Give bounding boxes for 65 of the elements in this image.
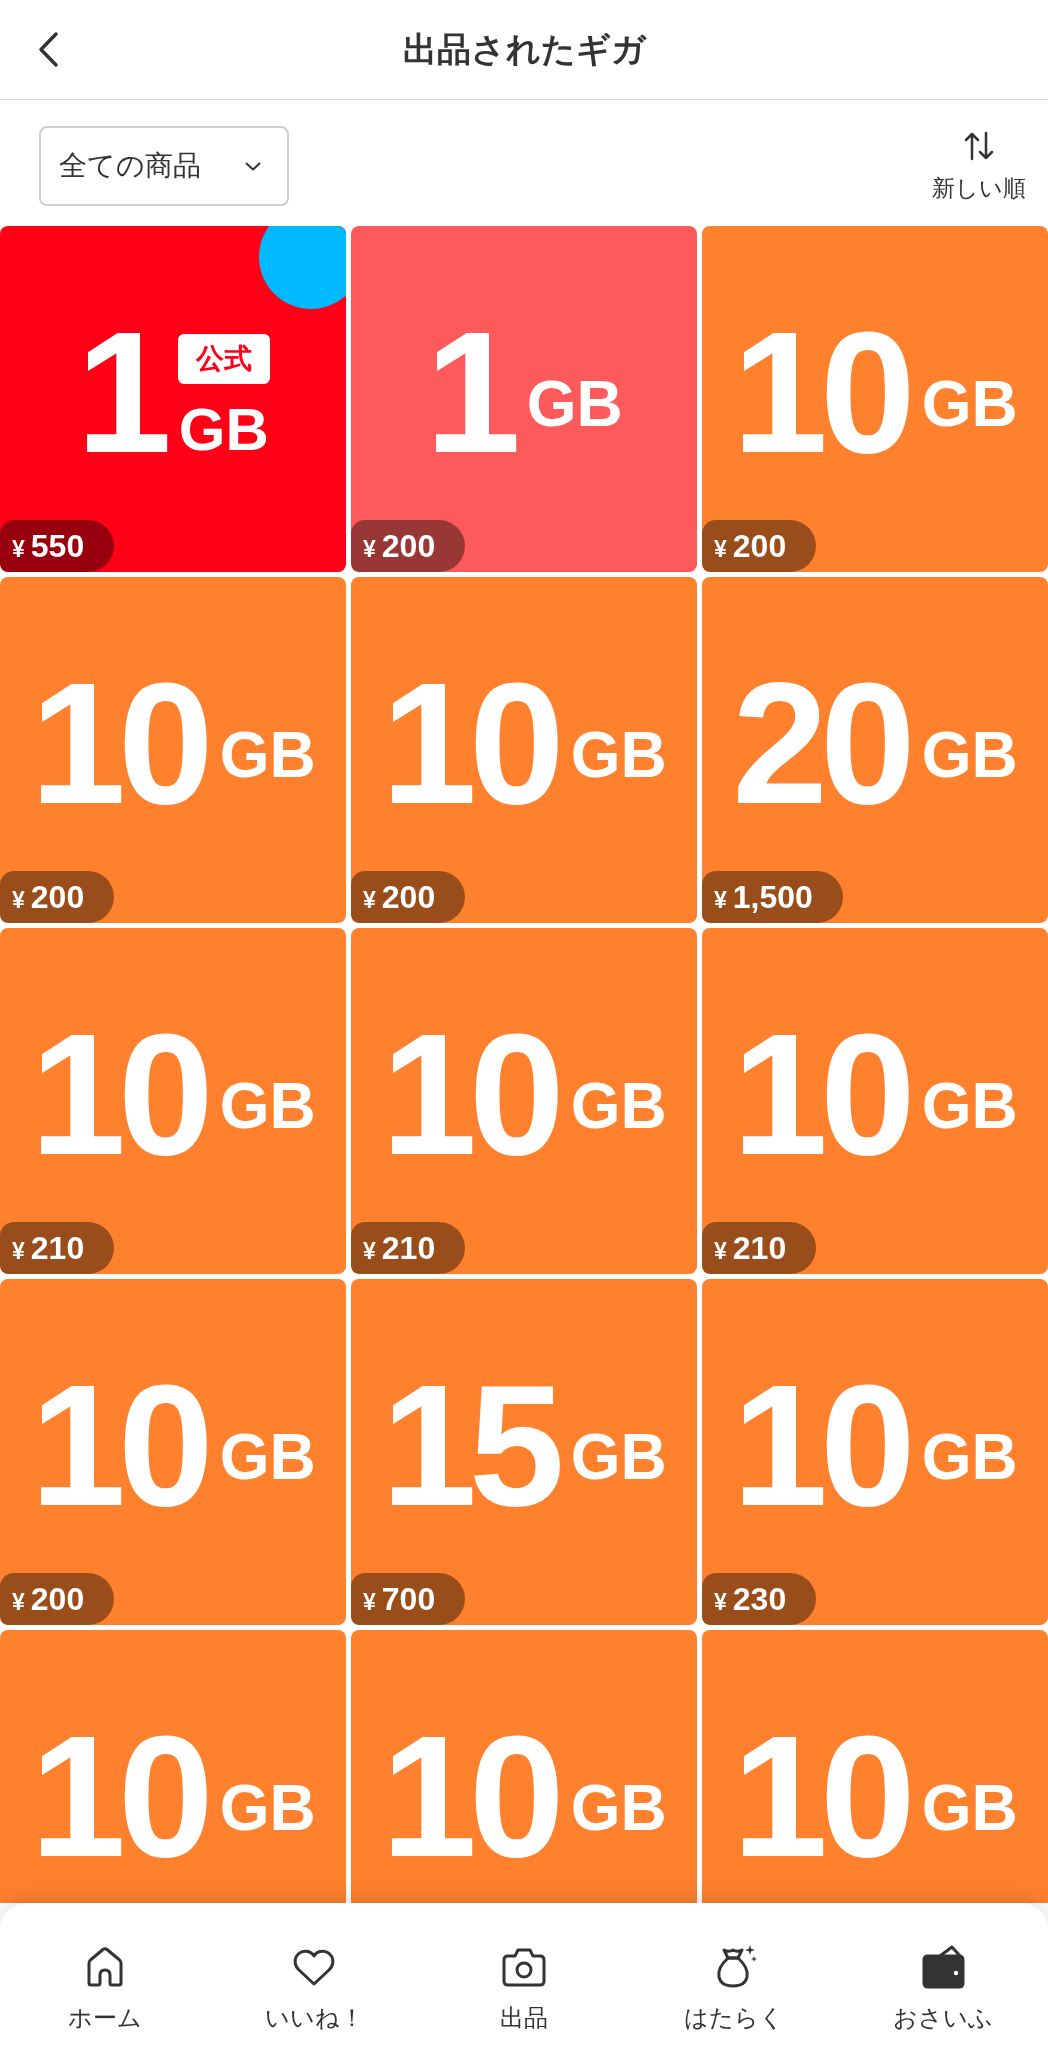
data-unit: GB — [570, 1074, 667, 1138]
nav-tab[interactable]: ホーム — [0, 1903, 210, 2048]
price-tag: ¥200 — [351, 871, 466, 923]
price-tag: ¥700 — [351, 1573, 466, 1625]
nav-tab[interactable]: いいね！ — [209, 1903, 420, 2048]
data-unit: GB — [921, 723, 1018, 787]
listing-tile[interactable]: 15 GB ¥700 — [351, 1279, 697, 1625]
listing-tile[interactable]: 20 GB ¥1,500 — [702, 577, 1048, 923]
data-amount: 10 — [30, 1359, 206, 1531]
data-amount: 10 — [30, 1008, 206, 1180]
data-unit: GB — [570, 723, 667, 787]
page-title: 出品されたギガ — [402, 28, 646, 70]
back-icon[interactable] — [36, 31, 60, 68]
nav-tab[interactable]: 出品 — [419, 1903, 629, 2048]
listing-tile[interactable]: 10 GB ¥200 — [0, 1279, 346, 1625]
price-tag: ¥210 — [702, 1222, 817, 1274]
data-unit: GB — [219, 1425, 316, 1489]
data-unit: GB — [921, 372, 1018, 436]
price-tag: ¥200 — [0, 871, 115, 923]
listing-tile[interactable]: 10 GB ¥200 — [702, 226, 1048, 572]
data-unit: GB — [570, 1425, 667, 1489]
data-amount: 10 — [381, 657, 557, 829]
nav-tab[interactable]: おさいふ — [838, 1903, 1048, 2048]
data-amount: 10 — [381, 1008, 557, 1180]
sort-button[interactable]: 新しい順 — [932, 131, 1026, 201]
data-unit: GB — [921, 1425, 1018, 1489]
listing-tile[interactable]: 1 GB ¥200 — [351, 226, 697, 572]
price-tag: ¥550 — [0, 520, 115, 572]
price-tag: ¥1,500 — [702, 871, 843, 923]
listing-tile[interactable]: 10 GB ¥200 — [351, 577, 697, 923]
sort-icon — [963, 131, 995, 161]
data-amount: 10 — [732, 306, 908, 478]
data-amount: 10 — [732, 1008, 908, 1180]
listing-tile[interactable]: 10 GB ¥230 — [702, 1279, 1048, 1625]
data-amount: 10 — [381, 1710, 557, 1882]
price-tag: ¥200 — [351, 520, 466, 572]
price-tag: ¥230 — [702, 1573, 817, 1625]
price-tag: ¥210 — [0, 1222, 115, 1274]
chevron-down-icon — [245, 161, 261, 171]
listing-tile[interactable]: 10 GB ¥200 — [0, 577, 346, 923]
data-unit: GB — [219, 1776, 316, 1840]
data-unit: GB — [570, 1776, 667, 1840]
data-amount: 1 — [425, 306, 513, 478]
official-badge: 公式 — [177, 334, 270, 384]
price-tag: ¥210 — [351, 1222, 466, 1274]
data-amount: 20 — [732, 657, 908, 829]
price-tag: ¥200 — [702, 520, 817, 572]
data-amount: 1 — [76, 306, 164, 478]
price-tag: ¥200 — [0, 1573, 115, 1625]
listing-tile[interactable]: 10 GB ¥210 — [0, 928, 346, 1274]
data-amount: 15 — [381, 1359, 557, 1531]
category-dropdown[interactable]: 全ての商品 — [39, 126, 289, 206]
listing-tile[interactable]: 10 GB ¥210 — [702, 928, 1048, 1274]
data-unit: GB — [178, 400, 269, 460]
nav-tab[interactable]: はたらく — [628, 1903, 839, 2048]
data-unit: GB — [921, 1776, 1018, 1840]
data-unit: GB — [219, 1074, 316, 1138]
data-unit: GB — [219, 723, 316, 787]
data-amount: 10 — [30, 657, 206, 829]
data-amount: 10 — [732, 1359, 908, 1531]
data-amount: 10 — [30, 1710, 206, 1882]
data-unit: GB — [526, 372, 623, 436]
data-amount: 10 — [732, 1710, 908, 1882]
listing-tile[interactable]: 10 GB ¥210 — [351, 928, 697, 1274]
data-unit: GB — [921, 1074, 1018, 1138]
